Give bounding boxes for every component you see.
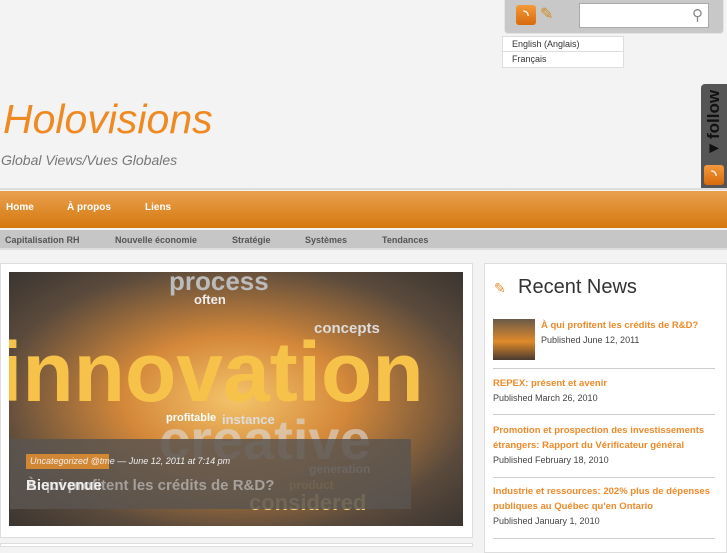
follow-tab[interactable]: ◂follow ◝	[701, 84, 727, 188]
site-tagline: Global Views/Vues Globales	[1, 152, 178, 168]
news-item: À qui profitent les crédits de R&D? Publ…	[493, 318, 715, 369]
content-box	[0, 543, 473, 547]
nav-home[interactable]: Home	[6, 202, 34, 213]
subnav-nouvelle-economie[interactable]: Nouvelle économie	[115, 235, 197, 245]
news-item: Industrie et ressources: 202% plus de dé…	[493, 484, 715, 539]
subnav-strategie[interactable]: Stratégie	[232, 235, 271, 245]
main-nav: Home À propos Liens	[0, 191, 727, 228]
mail-pencil-icon[interactable]: ✎	[540, 5, 562, 25]
news-link[interactable]: À qui profitent les crédits de R&D?	[541, 318, 715, 333]
language-switcher: English (Anglais) Français	[502, 36, 624, 68]
news-link[interactable]: REPEX: présent et avenir	[493, 376, 715, 391]
site-title[interactable]: Holovisions	[3, 96, 213, 143]
category-nav: Capitalisation RH Nouvelle économie Stra…	[0, 230, 727, 250]
news-date: Published February 18, 2010	[493, 455, 609, 465]
notepad-icon: ✎	[494, 280, 506, 296]
rss-icon[interactable]: ◝	[516, 5, 536, 25]
image-word: profitable	[166, 412, 217, 424]
image-word: concepts	[314, 320, 380, 337]
news-date: Published January 1, 2010	[493, 516, 600, 526]
language-english[interactable]: English (Anglais)	[503, 37, 623, 52]
nav-liens[interactable]: Liens	[145, 202, 171, 213]
magnifier-icon[interactable]: ⚲	[692, 6, 703, 24]
search-input[interactable]: ⚲	[579, 3, 709, 28]
language-french[interactable]: Français	[503, 52, 623, 67]
widget-title: Recent News	[518, 276, 637, 298]
nav-a-propos[interactable]: À propos	[67, 202, 111, 213]
image-word: often	[194, 292, 226, 307]
news-item: REPEX: présent et avenir Published March…	[493, 376, 715, 415]
image-word: instance	[222, 412, 275, 427]
news-link[interactable]: Promotion et prospection des investissem…	[493, 423, 715, 453]
category-label[interactable]: Uncategorized	[30, 456, 88, 466]
news-date: Published June 12, 2011	[541, 335, 640, 345]
slide-meta: Uncategorized @tme — June 12, 2011 at 7:…	[30, 456, 230, 466]
slide-caption	[10, 439, 411, 509]
subnav-systemes[interactable]: Systèmes	[305, 235, 347, 245]
follow-rss-icon[interactable]: ◝	[704, 165, 724, 185]
subnav-capitalisation[interactable]: Capitalisation RH	[5, 235, 80, 245]
news-item: Promotion et prospection des investissem…	[493, 423, 715, 478]
divider	[0, 188, 727, 190]
subnav-tendances[interactable]: Tendances	[382, 235, 428, 245]
post-meta: @tme — June 12, 2011 at 7:14 pm	[90, 456, 231, 466]
slide-title[interactable]: Bienvenue	[26, 477, 102, 494]
news-link[interactable]: Industrie et ressources: 202% plus de dé…	[493, 484, 715, 514]
news-date: Published March 26, 2010	[493, 393, 598, 403]
follow-label: ◂follow	[704, 89, 723, 159]
